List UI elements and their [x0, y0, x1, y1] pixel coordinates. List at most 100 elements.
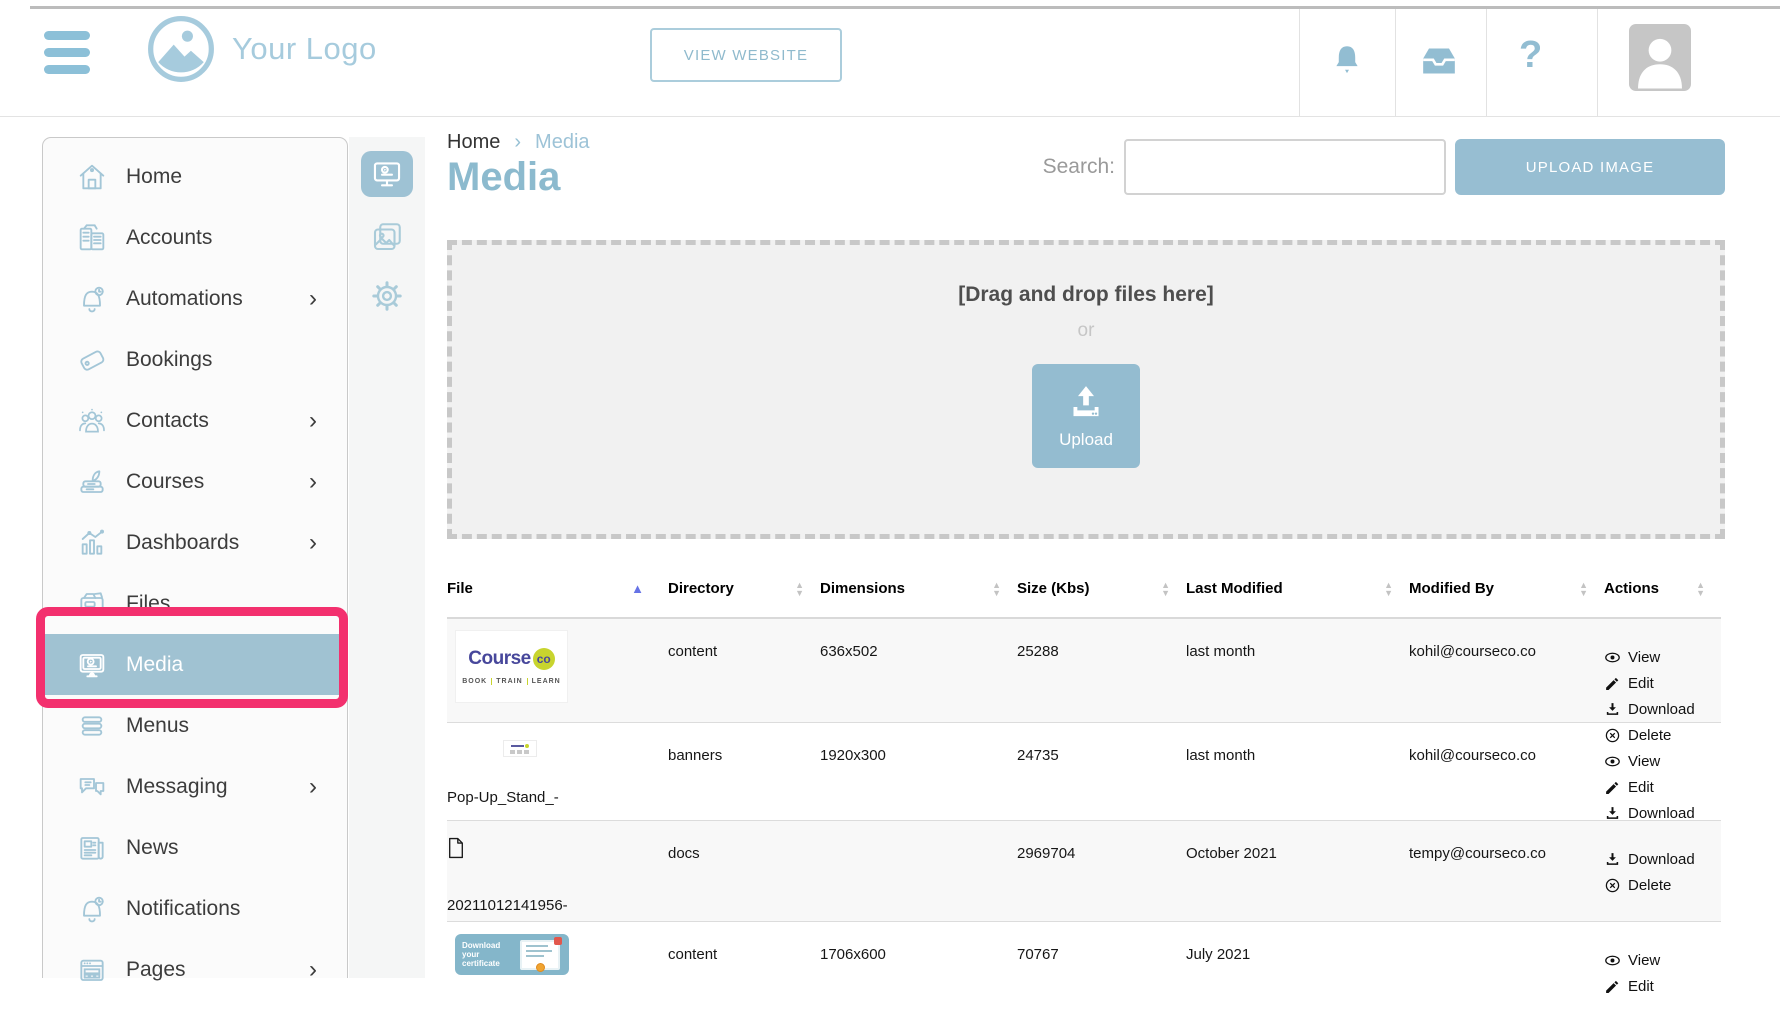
edit-pencil-icon: [1604, 675, 1621, 692]
sidebar-item-label: Courses: [126, 470, 204, 494]
edit-action[interactable]: Edit: [1604, 774, 1711, 800]
sort-icon[interactable]: ▲▼: [1384, 581, 1393, 597]
delete-action[interactable]: Delete: [1604, 872, 1711, 898]
view-icon: [1604, 753, 1621, 770]
person-silhouette-icon: [1629, 24, 1691, 91]
help-icon[interactable]: ?: [1519, 34, 1542, 77]
upload-image-button[interactable]: UPLOAD IMAGE: [1455, 139, 1725, 195]
cell-directory: docs: [668, 821, 820, 921]
delete-circle-x-icon: [1604, 877, 1621, 894]
view-action[interactable]: View: [1604, 748, 1711, 774]
sidebar-item-contacts[interactable]: Contacts ›: [43, 390, 347, 451]
file-thumbnail[interactable]: Course co BOOK TRAIN LEARN: [455, 630, 568, 703]
download-action[interactable]: Download: [1604, 696, 1711, 722]
search-input[interactable]: [1124, 139, 1446, 195]
pages-window-icon: [76, 954, 108, 986]
breadcrumb-current: Media: [535, 131, 589, 154]
column-header-file[interactable]: File ▲: [447, 580, 668, 597]
sort-icon[interactable]: ▲▼: [1696, 581, 1705, 597]
cell-dimensions: [820, 821, 1017, 921]
sidebar-item-files[interactable]: Files: [43, 573, 347, 634]
main-content: Home › Media Media Search: UPLOAD IMAGE …: [425, 117, 1780, 1022]
edit-action[interactable]: Edit: [1604, 973, 1711, 999]
messaging-chat-icon: [76, 771, 108, 803]
logo-text: Your Logo: [232, 31, 377, 67]
sidebar-item-label: Messaging: [126, 775, 228, 799]
top-divider-line: [30, 6, 1780, 9]
sidebar-nav: Home Accounts Automations › Bookings Con…: [42, 137, 348, 978]
edit-action[interactable]: Edit: [1604, 670, 1711, 696]
sidebar-item-home[interactable]: Home: [43, 146, 347, 207]
cell-last-modified: October 2021: [1186, 821, 1409, 921]
upload-button-label: Upload: [1059, 430, 1113, 450]
media-monitor-icon: [370, 157, 404, 191]
header-divider: [1597, 9, 1598, 116]
sidebar-item-courses[interactable]: Courses ›: [43, 451, 347, 512]
hamburger-menu-icon[interactable]: [44, 31, 90, 77]
notifications-bell-icon[interactable]: [1330, 39, 1364, 79]
dropzone[interactable]: [Drag and drop files here] or Upload: [447, 240, 1725, 539]
sidebar-item-bookings[interactable]: Bookings: [43, 329, 347, 390]
sort-icon[interactable]: ▲▼: [992, 581, 1001, 597]
header-divider: [1299, 9, 1300, 116]
images-tab[interactable]: [368, 218, 406, 256]
download-action[interactable]: Download: [1604, 846, 1711, 872]
view-action[interactable]: View: [1604, 947, 1711, 973]
breadcrumb: Home › Media: [447, 131, 590, 154]
sidebar-item-notifications[interactable]: Notifications: [43, 878, 347, 939]
avatar[interactable]: [1629, 24, 1691, 91]
table-row: Download your certificate content 1706x6…: [447, 922, 1721, 1022]
dropzone-headline: [Drag and drop files here]: [958, 283, 1214, 307]
logo[interactable]: Your Logo: [146, 14, 377, 84]
table-row: Course co BOOK TRAIN LEARN content 636x5…: [447, 619, 1721, 723]
sidebar-item-media[interactable]: Media: [43, 634, 347, 695]
media-display-tab[interactable]: [361, 151, 413, 197]
notifications-bell-icon: [76, 893, 108, 925]
sort-icon[interactable]: ▲▼: [1579, 581, 1588, 597]
cell-file: Download your certificate: [447, 922, 668, 1022]
sidebar-item-pages[interactable]: Pages ›: [43, 939, 347, 1000]
cell-actions: Download Delete: [1604, 821, 1721, 921]
download-icon: [1604, 805, 1621, 822]
sidebar-item-label: Notifications: [126, 897, 240, 921]
view-icon: [1604, 649, 1621, 666]
view-icon: [1604, 952, 1621, 969]
file-thumbnail[interactable]: [503, 740, 537, 757]
document-file-icon[interactable]: [447, 837, 465, 859]
upload-icon: [1065, 382, 1107, 422]
column-header-modified-by[interactable]: Modified By ▲▼: [1409, 580, 1604, 597]
sidebar-item-messaging[interactable]: Messaging ›: [43, 756, 347, 817]
breadcrumb-home-link[interactable]: Home: [447, 131, 500, 154]
column-header-directory[interactable]: Directory ▲▼: [668, 580, 820, 597]
sidebar-item-label: Accounts: [126, 226, 212, 250]
accounts-icon: [76, 222, 108, 254]
breadcrumb-separator-icon: ›: [514, 131, 521, 154]
logo-image-icon: [146, 14, 216, 84]
sidebar-item-menus[interactable]: Menus: [43, 695, 347, 756]
sidebar-item-label: Media: [126, 653, 183, 677]
sort-icon[interactable]: ▲▼: [795, 581, 804, 597]
column-header-dimensions[interactable]: Dimensions ▲▼: [820, 580, 1017, 597]
file-thumbnail[interactable]: Download your certificate: [455, 934, 569, 975]
sidebar-item-dashboards[interactable]: Dashboards ›: [43, 512, 347, 573]
menus-lines-icon: [76, 710, 108, 742]
sidebar-item-accounts[interactable]: Accounts: [43, 207, 347, 268]
sidebar-item-news[interactable]: News: [43, 817, 347, 878]
media-monitor-icon: [76, 649, 108, 681]
certificate-banner-text: Download your certificate: [462, 941, 514, 968]
view-action[interactable]: View: [1604, 644, 1711, 670]
column-header-actions[interactable]: Actions ▲▼: [1604, 580, 1721, 597]
column-header-size[interactable]: Size (Kbs) ▲▼: [1017, 580, 1186, 597]
cell-last-modified: July 2021: [1186, 922, 1409, 1022]
sort-icon[interactable]: ▲▼: [1161, 581, 1170, 597]
view-website-button[interactable]: VIEW WEBSITE: [650, 28, 842, 82]
sort-asc-icon[interactable]: ▲: [631, 581, 644, 596]
dropzone-upload-button[interactable]: Upload: [1032, 364, 1140, 468]
settings-tab[interactable]: [368, 277, 406, 315]
column-header-last-modified[interactable]: Last Modified ▲▼: [1186, 580, 1409, 597]
file-name: 20211012141956-: [447, 897, 658, 914]
courses-books-icon: [76, 466, 108, 498]
sidebar-item-automations[interactable]: Automations ›: [43, 268, 347, 329]
table-header-row: File ▲ Directory ▲▼ Dimensions ▲▼ Size (…: [447, 560, 1721, 619]
inbox-tray-icon[interactable]: [1418, 46, 1460, 76]
